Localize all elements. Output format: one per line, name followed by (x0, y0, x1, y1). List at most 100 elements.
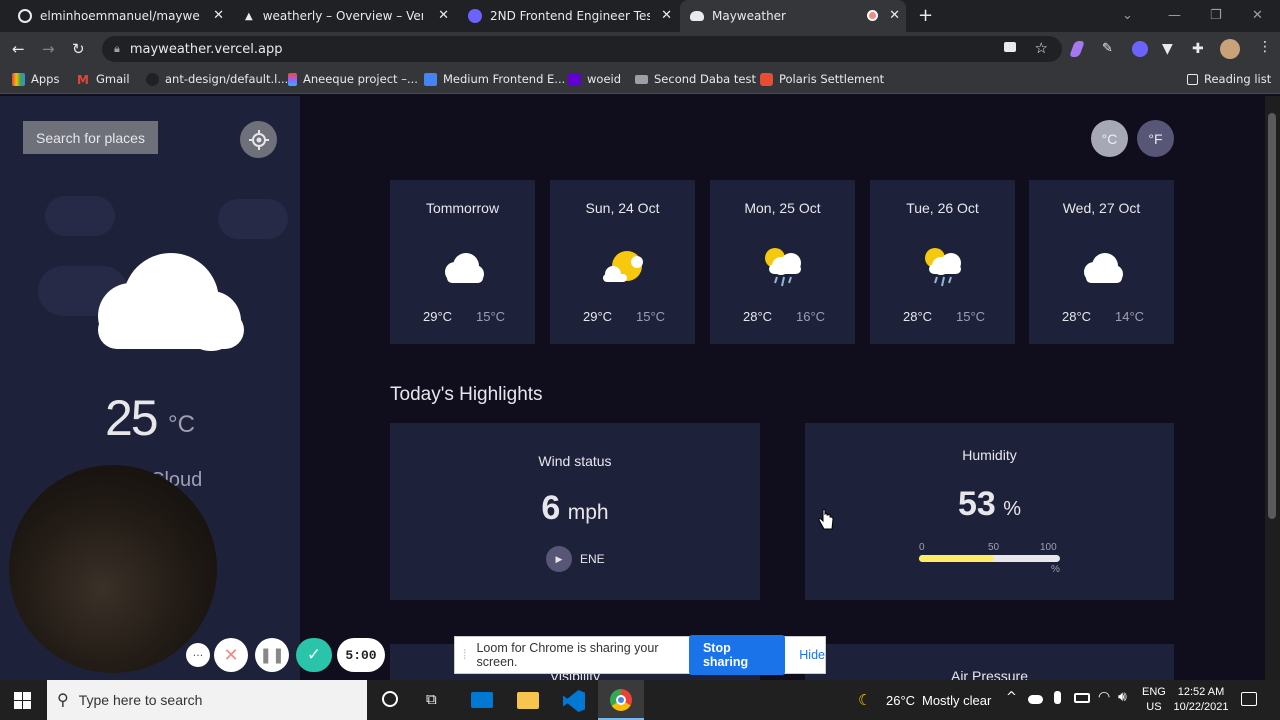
close-tab-icon[interactable]: ✕ (661, 8, 672, 23)
hide-button[interactable]: Hide (799, 648, 825, 662)
vue-extension-icon[interactable]: ▼ (1162, 41, 1178, 57)
bookmark-label: Second Daba test (654, 72, 756, 86)
forecast-card: Tommorrow 29°C 15°C (390, 180, 535, 344)
stop-sharing-button[interactable]: Stop sharing (688, 635, 786, 675)
language-indicator[interactable]: ENG US (1142, 685, 1166, 715)
address-bar[interactable]: 🔒︎ mayweather.vercel.app ☆ (102, 36, 1062, 62)
cloud-icon (444, 253, 484, 283)
forecast-high: 28°C (903, 309, 933, 324)
notifications-icon[interactable] (1241, 692, 1257, 706)
bookmark-label: ant-design/default.l... (165, 72, 289, 86)
scale-max-label: 100 (1040, 542, 1057, 553)
taskbar-temperature[interactable]: 26°C (886, 693, 915, 708)
sun-rain-icon (764, 248, 801, 287)
cancel-recording-button[interactable]: ✕ (214, 638, 248, 672)
tab-title: weatherly – Overview – Vercel (262, 9, 423, 23)
my-location-button[interactable] (240, 121, 277, 158)
tab-search-icon[interactable]: ⌄ (1122, 8, 1133, 23)
moon-weather-icon[interactable]: ☾ (858, 691, 871, 709)
reload-icon[interactable]: ↻ (72, 40, 85, 58)
pen-extension-icon[interactable] (1069, 41, 1085, 57)
clock[interactable]: 12:52 AM 10/22/2021 (1172, 685, 1230, 715)
new-tab-icon[interactable]: + (918, 5, 933, 26)
main-content: °C °F Tommorrow 29°C 15°C Sun, 24 Oct 29… (300, 96, 1265, 680)
forecast-high: 29°C (423, 309, 453, 324)
battery-icon[interactable] (1074, 693, 1090, 703)
search-places-button[interactable]: Search for places (23, 121, 158, 154)
eyedropper-extension-icon[interactable]: ✎ (1102, 41, 1118, 57)
forecast-low: 15°C (636, 309, 666, 324)
tray-chevron-icon[interactable]: ^ (1006, 690, 1017, 705)
drag-handle-icon[interactable]: ⁞ (463, 648, 466, 662)
gear-extension-icon[interactable] (1132, 41, 1148, 57)
clock-date: 10/22/2021 (1173, 701, 1229, 713)
wifi-icon[interactable]: ◠ (1098, 689, 1110, 705)
forecast-card: Mon, 25 Oct 28°C 16°C (710, 180, 855, 344)
forecast-card: Tue, 26 Oct 28°C 15°C (870, 180, 1015, 344)
chrome-icon-center (616, 695, 626, 705)
microphone-icon[interactable] (1054, 691, 1061, 704)
bookmark-label: Reading list (1204, 72, 1272, 86)
reading-list-icon (1187, 73, 1198, 85)
menu-kebab-icon[interactable]: ⋮ (1258, 39, 1272, 55)
camera-icon[interactable] (1004, 42, 1016, 52)
windows-start-icon[interactable] (14, 692, 31, 709)
recording-icon (867, 10, 878, 21)
forward-icon[interactable]: → (42, 40, 55, 58)
yahoo-icon (568, 72, 581, 86)
region-code: US (1146, 701, 1162, 713)
volume-icon[interactable]: 🔊︎ (1118, 689, 1127, 705)
language-code: ENG (1142, 686, 1166, 698)
celsius-button[interactable]: °C (1091, 120, 1128, 157)
onedrive-icon[interactable] (1028, 695, 1043, 704)
gps-icon (248, 129, 269, 150)
reading-list[interactable]: Reading list (1187, 72, 1271, 86)
share-message: Loom for Chrome is sharing your screen. (476, 641, 659, 669)
more-options-icon[interactable]: ··· (186, 643, 210, 667)
bookmark-label: Aneeque project –... (303, 72, 418, 86)
bookmark-apps[interactable]: Apps (12, 72, 59, 86)
search-icon: ⚲ (57, 692, 69, 709)
tab-test-dep[interactable]: 2ND Frontend Engineer Test Dep ✕ (458, 0, 678, 32)
window-close-icon[interactable]: ✕ (1252, 8, 1263, 23)
bookmark-woeid[interactable]: woeid (568, 72, 621, 86)
humidity-fill (919, 555, 994, 562)
profile-avatar[interactable] (1220, 39, 1240, 59)
bookmark-aneeque[interactable]: Aneeque project –... (288, 72, 418, 86)
bookmark-label: Medium Frontend E... (443, 72, 566, 86)
scrollbar-thumb[interactable] (1268, 113, 1276, 519)
bookmark-gmail[interactable]: M Gmail (77, 72, 130, 87)
current-unit: °C (168, 411, 195, 438)
mail-icon[interactable] (471, 692, 493, 708)
taskbar-search-box[interactable]: ⚲ Type here to search (47, 680, 367, 720)
vscode-icon[interactable] (563, 690, 585, 712)
bookmark-polaris[interactable]: Polaris Settlement (760, 72, 884, 86)
task-view-icon[interactable]: ⧉ (426, 690, 437, 708)
file-explorer-icon[interactable] (517, 692, 539, 709)
tab-mayweather[interactable]: Mayweather ✕ (680, 0, 906, 32)
humidity-label: Humidity (962, 447, 1017, 463)
vercel-icon: ▲ (245, 10, 253, 22)
close-tab-icon[interactable]: ✕ (889, 8, 900, 23)
extensions-puzzle-icon[interactable]: ✚ (1192, 41, 1208, 57)
chrome-taskbar-button[interactable] (598, 680, 644, 720)
cortana-icon[interactable] (382, 691, 398, 707)
minimize-icon[interactable]: — (1168, 8, 1181, 23)
taskbar-weather-text[interactable]: Mostly clear (922, 693, 991, 708)
finish-recording-button[interactable]: ✓ (296, 638, 332, 672)
current-temperature: 25 (105, 390, 159, 446)
pause-recording-button[interactable]: ❚❚ (255, 638, 289, 672)
cloud-icon (1083, 253, 1123, 283)
fahrenheit-button[interactable]: °F (1137, 120, 1174, 157)
bookmark-daba[interactable]: Second Daba test (635, 72, 756, 86)
back-icon[interactable]: ← (12, 40, 25, 58)
bookmark-ant-design[interactable]: ant-design/default.l... (146, 72, 288, 86)
webcam-bubble[interactable] (9, 465, 217, 673)
maximize-icon[interactable]: ❐ (1210, 8, 1222, 23)
bookmark-medium[interactable]: Medium Frontend E... (424, 72, 565, 86)
bookmark-star-icon[interactable]: ☆ (1035, 39, 1048, 57)
tab-github[interactable]: elminhoemmanuel/mayweathe ✕ (8, 0, 230, 32)
close-tab-icon[interactable]: ✕ (213, 8, 224, 23)
tab-vercel[interactable]: ▲ weatherly – Overview – Vercel ✕ (233, 0, 455, 32)
close-tab-icon[interactable]: ✕ (438, 8, 449, 23)
